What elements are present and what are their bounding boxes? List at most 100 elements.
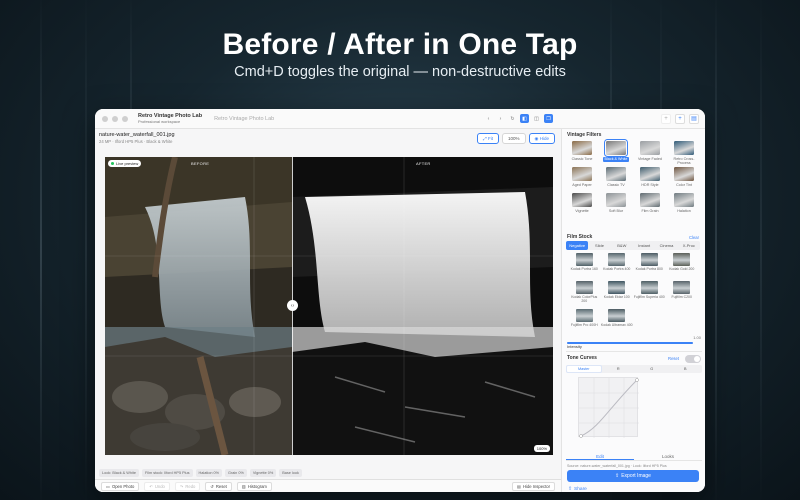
film-tab[interactable]: B&W	[611, 241, 633, 250]
headline: Before / After in One Tap	[222, 28, 578, 61]
curve-channel-tab[interactable]: R	[602, 365, 636, 373]
filter-item[interactable]: Classic Tone	[566, 141, 598, 165]
filter-label: Classic Tone	[571, 157, 593, 161]
film-stock-item[interactable]: Kodak Ultramax 400	[601, 309, 634, 336]
open-photo-button[interactable]: ▭ Open Photo	[101, 481, 140, 491]
undo-label: Undo	[154, 483, 165, 489]
histogram-button[interactable]: ▥ Histogram	[236, 481, 272, 491]
film-stock-thumbnail	[575, 253, 593, 266]
editor-tab[interactable]: Edit	[566, 453, 634, 460]
split-icon[interactable]: ◫	[532, 114, 541, 123]
intensity-slider[interactable]	[567, 342, 693, 344]
film-tab[interactable]: Slide	[588, 241, 610, 250]
undo-button[interactable]: ↶ Undo	[144, 481, 170, 491]
fit-button[interactable]: ⤢ Fit	[477, 133, 500, 144]
reset-icon: ↺	[210, 483, 214, 489]
compare-icon[interactable]: ◧	[520, 114, 529, 123]
curve-channel-tab[interactable]: Master	[566, 365, 602, 373]
filter-item[interactable]: Vignette	[566, 193, 598, 217]
hide-inspector-button[interactable]: ▤ Hide Inspector	[512, 481, 555, 491]
film-tab[interactable]: Negative	[566, 241, 589, 250]
filter-item[interactable]: Color Tint	[668, 167, 700, 191]
filter-item[interactable]: Soft Blur	[600, 193, 632, 217]
forward-icon[interactable]: ›	[496, 114, 505, 123]
intensity-label: Intensity	[567, 344, 582, 349]
minimize-window-button[interactable]	[112, 115, 118, 122]
filter-item[interactable]: Vintage Faded	[634, 141, 666, 165]
film-tab[interactable]: Cinema	[655, 241, 677, 250]
filter-thumbnail	[572, 167, 592, 181]
share-button[interactable]: ⇧ Share	[568, 487, 587, 492]
filter-item[interactable]: Film Grain	[634, 193, 666, 217]
filter-item[interactable]: Black & White	[600, 139, 632, 165]
film-stock-item[interactable]: Fujifilm Pro 400H	[568, 309, 601, 336]
filter-thumbnail	[674, 193, 694, 207]
app-identity: Retro Vintage Photo Lab Professional wor…	[138, 113, 202, 125]
filter-thumbnail	[674, 141, 694, 155]
curve-channel-tab[interactable]: G	[635, 365, 669, 373]
window-title: Retro Vintage Photo Lab	[214, 115, 275, 122]
export-icon: ⇪	[615, 473, 620, 479]
tone-curve-toggle[interactable]	[685, 355, 701, 363]
film-tab[interactable]: X-Proc	[678, 241, 700, 250]
film-stock-label: Kodak ColorPlus 200	[571, 295, 598, 303]
film-stock-item[interactable]: Kodak Portra 160	[568, 253, 601, 280]
film-stock-label: Kodak Gold 200	[669, 267, 695, 271]
intensity-slider-fill	[567, 342, 693, 344]
status-dot-icon	[111, 162, 114, 165]
film-stock-item[interactable]: Kodak Portra 400	[601, 253, 634, 280]
waterfall-photo	[105, 157, 553, 455]
bottom-toolbar: ▭ Open Photo ↶ Undo ↷ Redo ↺ Reset ▥ Histogra…	[95, 479, 561, 492]
adjustment-chip: Film stock: Ilford HP5 Plus	[141, 469, 193, 477]
add-icon[interactable]: +	[661, 113, 671, 124]
film-tab[interactable]: Instant	[633, 241, 655, 250]
filter-item[interactable]: HDR Style	[634, 167, 666, 191]
film-stock-item[interactable]: Fujifilm C200	[666, 281, 699, 308]
add-filter-button[interactable]: +	[675, 113, 685, 124]
export-label: Export Image	[621, 473, 651, 479]
close-window-button[interactable]	[102, 115, 108, 122]
filter-item[interactable]: Halation	[668, 193, 700, 217]
stack-icon[interactable]: ❐	[544, 114, 553, 123]
file-meta: 24 MP · Ilford HP5 Plus · Black & White	[99, 139, 173, 144]
reset-button[interactable]: ↺ Reset	[205, 481, 232, 491]
filter-item[interactable]: Classic TV	[600, 167, 632, 191]
editor-tabs: Edit Looks	[566, 453, 702, 461]
histogram-icon: ▥	[241, 483, 246, 489]
intensity-value: 1.00	[693, 335, 701, 340]
tone-reset-button[interactable]: Reset	[668, 356, 679, 361]
split-handle-icon[interactable]: ‹›	[287, 300, 298, 311]
histogram-label: Histogram	[247, 483, 267, 489]
tone-curve-graph	[579, 378, 639, 438]
film-stock-item[interactable]: Kodak Portra 800	[633, 253, 666, 280]
back-icon[interactable]: ‹	[484, 114, 493, 123]
film-stock-item[interactable]: Fujifilm Superia 400	[633, 281, 666, 308]
filter-label: Vintage Faded	[638, 157, 662, 161]
tone-curve-editor[interactable]	[578, 377, 639, 438]
rotate-icon[interactable]: ↻	[508, 114, 517, 123]
redo-button[interactable]: ↷ Redo	[174, 481, 201, 491]
hide-button[interactable]: ◉ Hide	[528, 133, 555, 144]
film-clear-button[interactable]: Clear	[689, 235, 699, 240]
view-controls: ⤢ Fit 100% ◉ Hide	[477, 133, 555, 144]
film-stock-item[interactable]: Kodak Ektar 100	[601, 281, 634, 308]
film-stock-item[interactable]: Kodak Gold 200	[666, 253, 699, 280]
filter-label: Halation	[677, 209, 691, 213]
filter-label: Color Tint	[676, 183, 692, 187]
editor-tab[interactable]: Looks	[634, 453, 702, 460]
curve-channel-tab[interactable]: B	[669, 365, 703, 373]
zoom-button[interactable]: 100%	[502, 133, 526, 144]
zoom-window-button[interactable]	[122, 115, 128, 122]
inspector-sidebar: Vintage Filters Classic Tone Black & Whit…	[561, 129, 705, 492]
redo-label: Redo	[185, 483, 196, 489]
photo-canvas[interactable]: Live preview BEFORE AFTER ‹› 100%	[105, 157, 553, 455]
sidebar-toggle-icon[interactable]: ▤	[689, 113, 699, 124]
filter-item[interactable]: Aged Paper	[566, 167, 598, 191]
filter-item[interactable]: Retro Cross-Process	[668, 141, 700, 165]
export-image-button[interactable]: ⇪ Export Image	[567, 470, 699, 482]
film-stock-item[interactable]: Kodak ColorPlus 200	[568, 281, 601, 308]
filter-thumbnail	[572, 193, 592, 207]
adjustment-chip: Look: Black & White	[99, 469, 139, 477]
film-stock-thumbnail	[673, 281, 691, 294]
filter-label: Film Grain	[641, 209, 659, 213]
